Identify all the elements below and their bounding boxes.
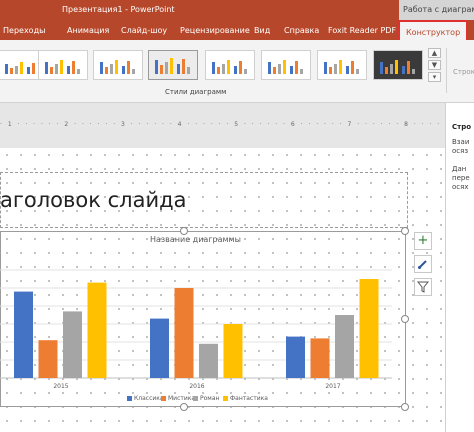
x-tick-label: 2017	[325, 383, 340, 390]
chart-style-thumbnail-1[interactable]	[0, 50, 42, 80]
pane-text-line: Взаи	[452, 138, 470, 146]
ribbon: ▲ ▼ ▾ Стили диаграмм Строк...	[0, 40, 474, 103]
bar-2015-Фантастика	[87, 282, 107, 378]
horizontal-ruler: · 1 · · · · · · 2 · · · · · · 3 · · · · …	[0, 121, 445, 128]
chart-style-thumbnail-5[interactable]	[205, 50, 255, 80]
pane-text-line: осях	[452, 183, 469, 191]
legend-label: Классика	[134, 395, 164, 402]
tab-design[interactable]: Конструктор	[398, 20, 469, 40]
bar-2016-Классика	[150, 318, 169, 378]
legend-label: Фантастика	[230, 395, 268, 402]
legend-swatch	[223, 396, 228, 401]
bar-2017-Фантастика	[359, 279, 379, 378]
chart-filters-button[interactable]	[414, 278, 432, 296]
resize-handle-bottom-right[interactable]	[401, 403, 409, 411]
legend-label: Роман	[200, 395, 220, 402]
bar-2015-Классика	[14, 291, 33, 378]
legend-item-4[interactable]: Фантастика	[223, 395, 268, 402]
tab-help[interactable]: Справка	[284, 26, 319, 35]
gallery-scroll-down-button[interactable]: ▼	[428, 60, 441, 70]
ribbon-tabs: Переходы Анимация Слайд-шоу Рецензирован…	[0, 20, 474, 40]
bar-chart[interactable]: 2015 2016 2017	[0, 250, 400, 400]
brush-icon	[418, 260, 427, 269]
title-bar: Презентация1 - PowerPoint Работа с диагр…	[0, 0, 474, 20]
legend-swatch	[193, 396, 198, 401]
expand-gallery-icon: ▾	[432, 73, 437, 81]
pane-text-line: Дан	[452, 165, 467, 173]
resize-handle-bottom[interactable]	[180, 403, 188, 411]
chart-elements-button[interactable]: +	[414, 232, 432, 250]
chart-style-thumbnail-4[interactable]	[148, 50, 198, 80]
legend-swatch	[127, 396, 132, 401]
chevron-down-icon: ▼	[431, 61, 438, 69]
bar-2015-Роман	[63, 311, 82, 378]
pane-text-line: пере	[452, 174, 470, 182]
chevron-up-icon: ▲	[431, 49, 438, 57]
bar-2016-Фантастика	[223, 324, 243, 378]
chart-title[interactable]: Название диаграммы	[150, 235, 241, 244]
chart-style-thumbnail-2[interactable]	[38, 50, 88, 80]
gallery-scroll-up-button[interactable]: ▲	[428, 48, 441, 58]
resize-handle-right[interactable]	[401, 315, 409, 323]
bar-2017-Классика	[286, 336, 305, 378]
bar-2016-Роман	[199, 343, 218, 378]
bar-2017-Роман	[335, 315, 354, 378]
pane-text-line: осяз	[452, 147, 469, 155]
pane-spacer	[452, 156, 474, 165]
legend-item-3[interactable]: Роман	[193, 395, 219, 402]
chart-style-thumbnail-8[interactable]	[373, 50, 423, 80]
x-tick-label: 2015	[53, 383, 68, 390]
ribbon-group-label: Стили диаграмм	[165, 88, 227, 96]
chart-style-thumbnail-7[interactable]	[317, 50, 367, 80]
format-task-pane: Стро Взаи осяз Дан пере осях	[445, 103, 474, 432]
chart-styles-button[interactable]	[414, 255, 432, 273]
filter-icon	[416, 281, 430, 293]
slide-title[interactable]: аголовок слайда	[0, 188, 186, 212]
plus-icon: +	[417, 233, 429, 248]
bar-2016-Мистика	[174, 288, 194, 378]
resize-handle-top-right[interactable]	[401, 227, 409, 235]
tab-slideshow[interactable]: Слайд-шоу	[121, 26, 167, 35]
switch-row-column-button[interactable]: Строк...	[446, 48, 474, 93]
legend-label: Мистика	[168, 395, 196, 402]
context-tab-group-label: Работа с диаграмма...	[399, 0, 474, 20]
tab-view[interactable]: Вид	[254, 26, 270, 35]
gallery-more-button[interactable]: ▾	[428, 72, 441, 82]
chart-style-thumbnail-6[interactable]	[261, 50, 311, 80]
legend-swatch	[161, 396, 166, 401]
tab-animation[interactable]: Анимация	[67, 26, 109, 35]
legend-item-2[interactable]: Мистика	[161, 395, 195, 402]
tab-review[interactable]: Рецензирование	[180, 26, 250, 35]
pane-heading: Стро	[452, 123, 472, 131]
tab-transitions[interactable]: Переходы	[3, 26, 45, 35]
window-title: Презентация1 - PowerPoint	[62, 5, 175, 14]
tab-foxit-reader-pdf[interactable]: Foxit Reader PDF	[328, 26, 396, 35]
chart-style-thumbnail-3[interactable]	[93, 50, 143, 80]
bar-2015-Мистика	[38, 340, 58, 378]
resize-handle-top[interactable]	[180, 227, 188, 235]
x-tick-label: 2016	[189, 383, 204, 390]
legend-item-1[interactable]: Классика	[127, 395, 164, 402]
switch-row-column-label: Строк...	[453, 68, 474, 76]
bar-2017-Мистика	[310, 338, 330, 378]
